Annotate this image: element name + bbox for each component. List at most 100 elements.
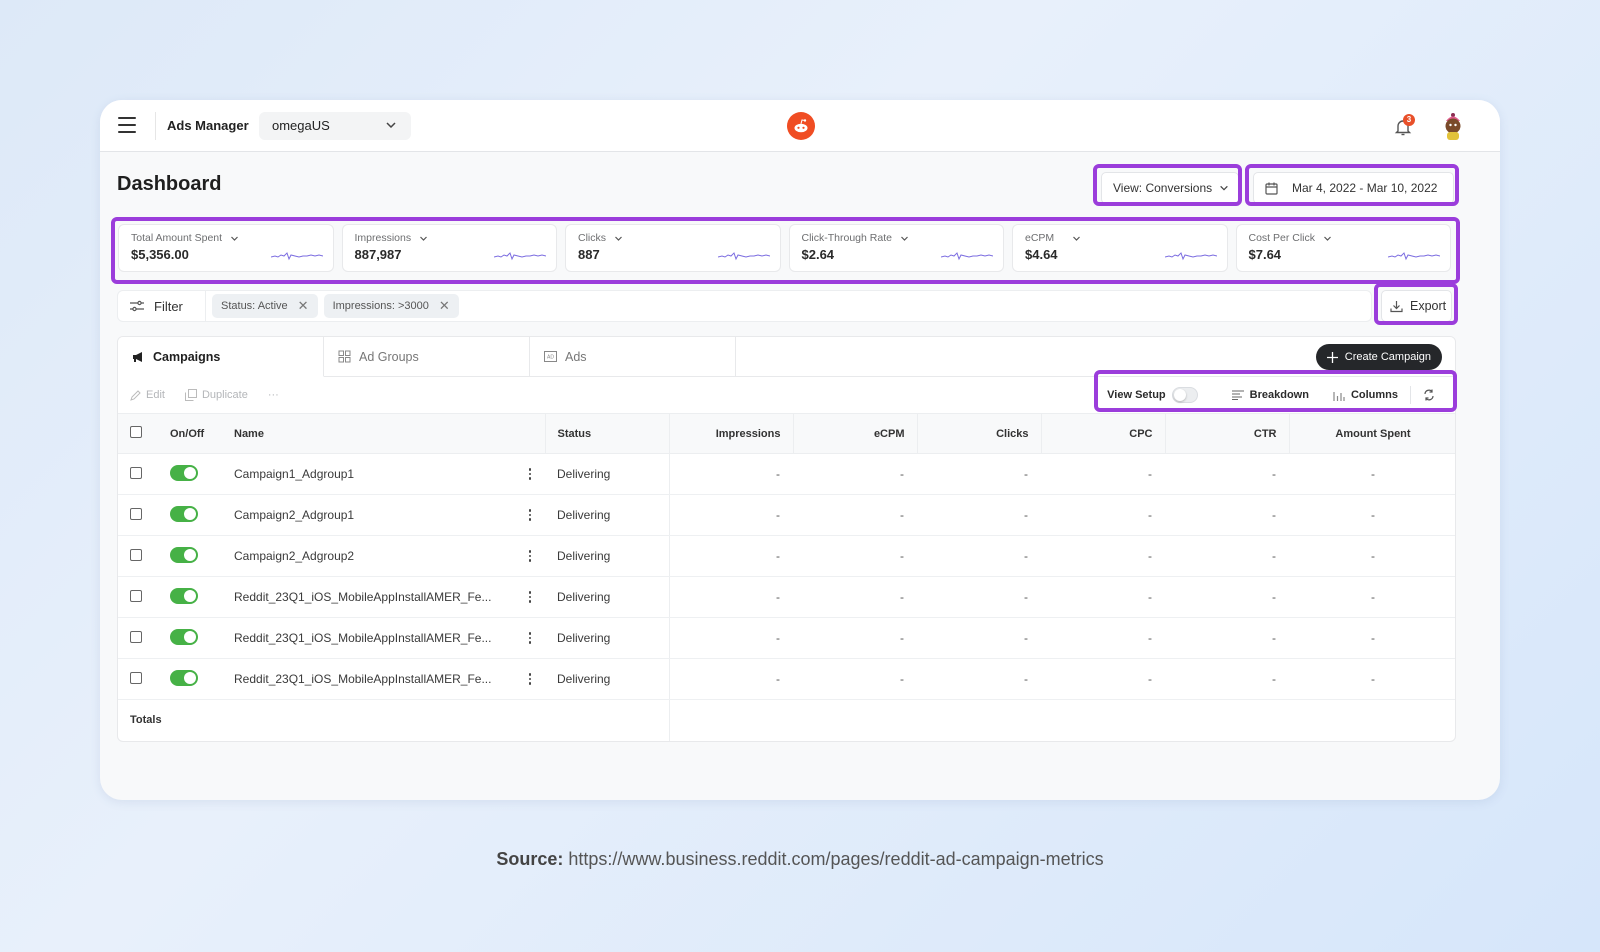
metric-card-clicks[interactable]: Clicks 887 [565, 224, 781, 272]
svg-text:AD: AD [547, 355, 554, 361]
on-off-toggle[interactable] [170, 505, 198, 522]
tab-ads[interactable]: AD Ads [530, 337, 736, 376]
metric-card-impressions[interactable]: Impressions 887,987 [341, 224, 557, 272]
table-row[interactable]: Reddit_23Q1_iOS_MobileAppInstallAMER_Fe.… [118, 576, 1455, 618]
on-off-toggle[interactable] [170, 587, 198, 604]
campaigns-table: On/Off Name Status Impressions eCPM Clic… [118, 413, 1455, 741]
close-icon[interactable]: ✕ [298, 298, 309, 314]
campaign-name[interactable]: Reddit_23Q1_iOS_MobileAppInstallAMER_Fe.… [234, 631, 491, 645]
cell-amount-spent: - [1289, 453, 1455, 495]
view-setup-toggle[interactable]: View Setup [1095, 387, 1209, 403]
column-header-name[interactable]: Name [222, 413, 546, 454]
chevron-down-icon [1324, 236, 1331, 241]
row-checkbox[interactable] [130, 630, 142, 643]
table-row[interactable]: Campaign2_Adgroup1 Delivering - - - - - - [118, 494, 1455, 536]
sparkline [494, 252, 546, 261]
more-options-button[interactable]: ··· [268, 389, 279, 401]
export-button[interactable]: Export [1381, 290, 1452, 322]
column-header-ecpm[interactable]: eCPM [793, 413, 918, 454]
status-cell: Delivering [545, 453, 670, 495]
tab-bar: Campaigns Ad Groups AD Ads Create Campai… [118, 337, 1455, 377]
column-header-amount-spent[interactable]: Amount Spent [1289, 413, 1455, 454]
row-checkbox[interactable] [130, 548, 142, 561]
grid-icon [338, 350, 351, 363]
kebab-menu-icon[interactable] [528, 509, 531, 521]
tab-campaigns[interactable]: Campaigns [118, 337, 324, 377]
breakdown-label: Breakdown [1249, 389, 1309, 401]
columns-button[interactable]: Columns [1321, 389, 1410, 401]
reddit-logo-icon[interactable] [787, 112, 815, 140]
metric-card-cpc[interactable]: Cost Per Click $7.64 [1235, 224, 1451, 272]
sparkline [717, 252, 770, 261]
row-checkbox[interactable] [130, 507, 142, 520]
source-caption: Source: https://www.business.reddit.com/… [0, 849, 1600, 870]
cell-clicks: - [917, 576, 1041, 618]
toggle-switch[interactable] [1171, 387, 1198, 403]
kebab-menu-icon[interactable] [528, 632, 531, 644]
campaign-name[interactable]: Campaign2_Adgroup1 [234, 508, 354, 522]
tab-label: Ads [565, 349, 587, 364]
campaign-name[interactable]: Reddit_23Q1_iOS_MobileAppInstallAMER_Fe.… [234, 590, 491, 604]
column-header-status[interactable]: Status [545, 413, 670, 454]
export-label: Export [1410, 299, 1447, 313]
sparkline [1164, 252, 1217, 261]
column-header-clicks[interactable]: Clicks [917, 413, 1042, 454]
column-header-cpc[interactable]: CPC [1041, 413, 1166, 454]
cell-ctr: - [1165, 494, 1289, 536]
metric-card-total-spent[interactable]: Total Amount Spent $5,356.00 [118, 224, 334, 272]
on-off-toggle[interactable] [170, 464, 198, 481]
table-row[interactable]: Reddit_23Q1_iOS_MobileAppInstallAMER_Fe.… [118, 658, 1455, 700]
on-off-toggle[interactable] [170, 546, 198, 563]
cell-amount-spent: - [1289, 617, 1455, 659]
column-header-ctr[interactable]: CTR [1165, 413, 1290, 454]
select-all-checkbox[interactable] [130, 426, 142, 438]
create-campaign-button[interactable]: Create Campaign [1315, 344, 1442, 370]
close-icon[interactable]: ✕ [439, 298, 450, 314]
cell-impressions: - [669, 658, 793, 700]
duplicate-button[interactable]: Duplicate [184, 389, 248, 401]
kebab-menu-icon[interactable] [528, 591, 531, 603]
user-avatar[interactable] [1438, 110, 1468, 142]
kebab-menu-icon[interactable] [528, 468, 531, 480]
metric-label: Clicks [578, 232, 606, 244]
metric-card-ecpm[interactable]: eCPM $4.64 [1012, 224, 1228, 272]
metric-card-ctr[interactable]: Click-Through Rate $2.64 [788, 224, 1004, 272]
tab-ad-groups[interactable]: Ad Groups [324, 337, 530, 376]
date-range-picker[interactable]: Mar 4, 2022 - Mar 10, 2022 [1253, 172, 1454, 204]
row-checkbox[interactable] [130, 589, 142, 602]
kebab-menu-icon[interactable] [528, 673, 531, 685]
filter-chip[interactable]: Status: Active ✕ [212, 294, 318, 318]
refresh-button[interactable] [1411, 389, 1447, 401]
cell-ctr: - [1165, 535, 1289, 577]
source-label: Source: [496, 849, 564, 869]
metric-label: Total Amount Spent [131, 232, 223, 244]
breakdown-button[interactable]: Breakdown [1220, 389, 1321, 401]
on-off-toggle[interactable] [170, 628, 198, 645]
cell-clicks: - [917, 494, 1041, 536]
table-row[interactable]: Campaign2_Adgroup2 Delivering - - - - - - [118, 535, 1455, 577]
filter-button[interactable]: Filter [118, 291, 206, 321]
divider [155, 112, 156, 140]
column-header-impressions[interactable]: Impressions [669, 413, 794, 454]
table-row[interactable]: Reddit_23Q1_iOS_MobileAppInstallAMER_Fe.… [118, 617, 1455, 659]
chip-label: Status: Active [221, 300, 288, 312]
on-off-toggle[interactable] [170, 669, 198, 686]
column-header-on-off[interactable]: On/Off [158, 413, 222, 454]
view-setup-toolbar: View Setup Breakdown Columns [1095, 379, 1447, 411]
campaign-name[interactable]: Reddit_23Q1_iOS_MobileAppInstallAMER_Fe.… [234, 672, 491, 686]
row-checkbox[interactable] [130, 671, 142, 684]
view-selector[interactable]: View: Conversions [1101, 172, 1239, 204]
table-row[interactable]: Campaign1_Adgroup1 Delivering - - - - - - [118, 453, 1455, 495]
ads-manager-window: Ads Manager omegaUS 3 Dashboard View: Co… [100, 100, 1500, 800]
campaign-name[interactable]: Campaign2_Adgroup2 [234, 549, 354, 563]
cell-impressions: - [669, 494, 793, 536]
tab-label: Ad Groups [359, 349, 419, 364]
filter-chip[interactable]: Impressions: >3000 ✕ [323, 294, 459, 318]
menu-icon[interactable] [118, 117, 136, 133]
account-selector[interactable]: omegaUS [259, 112, 411, 140]
kebab-menu-icon[interactable] [528, 550, 531, 562]
campaign-name[interactable]: Campaign1_Adgroup1 [234, 467, 354, 481]
row-checkbox[interactable] [130, 466, 142, 479]
edit-button[interactable]: Edit [130, 389, 165, 401]
cell-ecpm: - [793, 658, 917, 700]
